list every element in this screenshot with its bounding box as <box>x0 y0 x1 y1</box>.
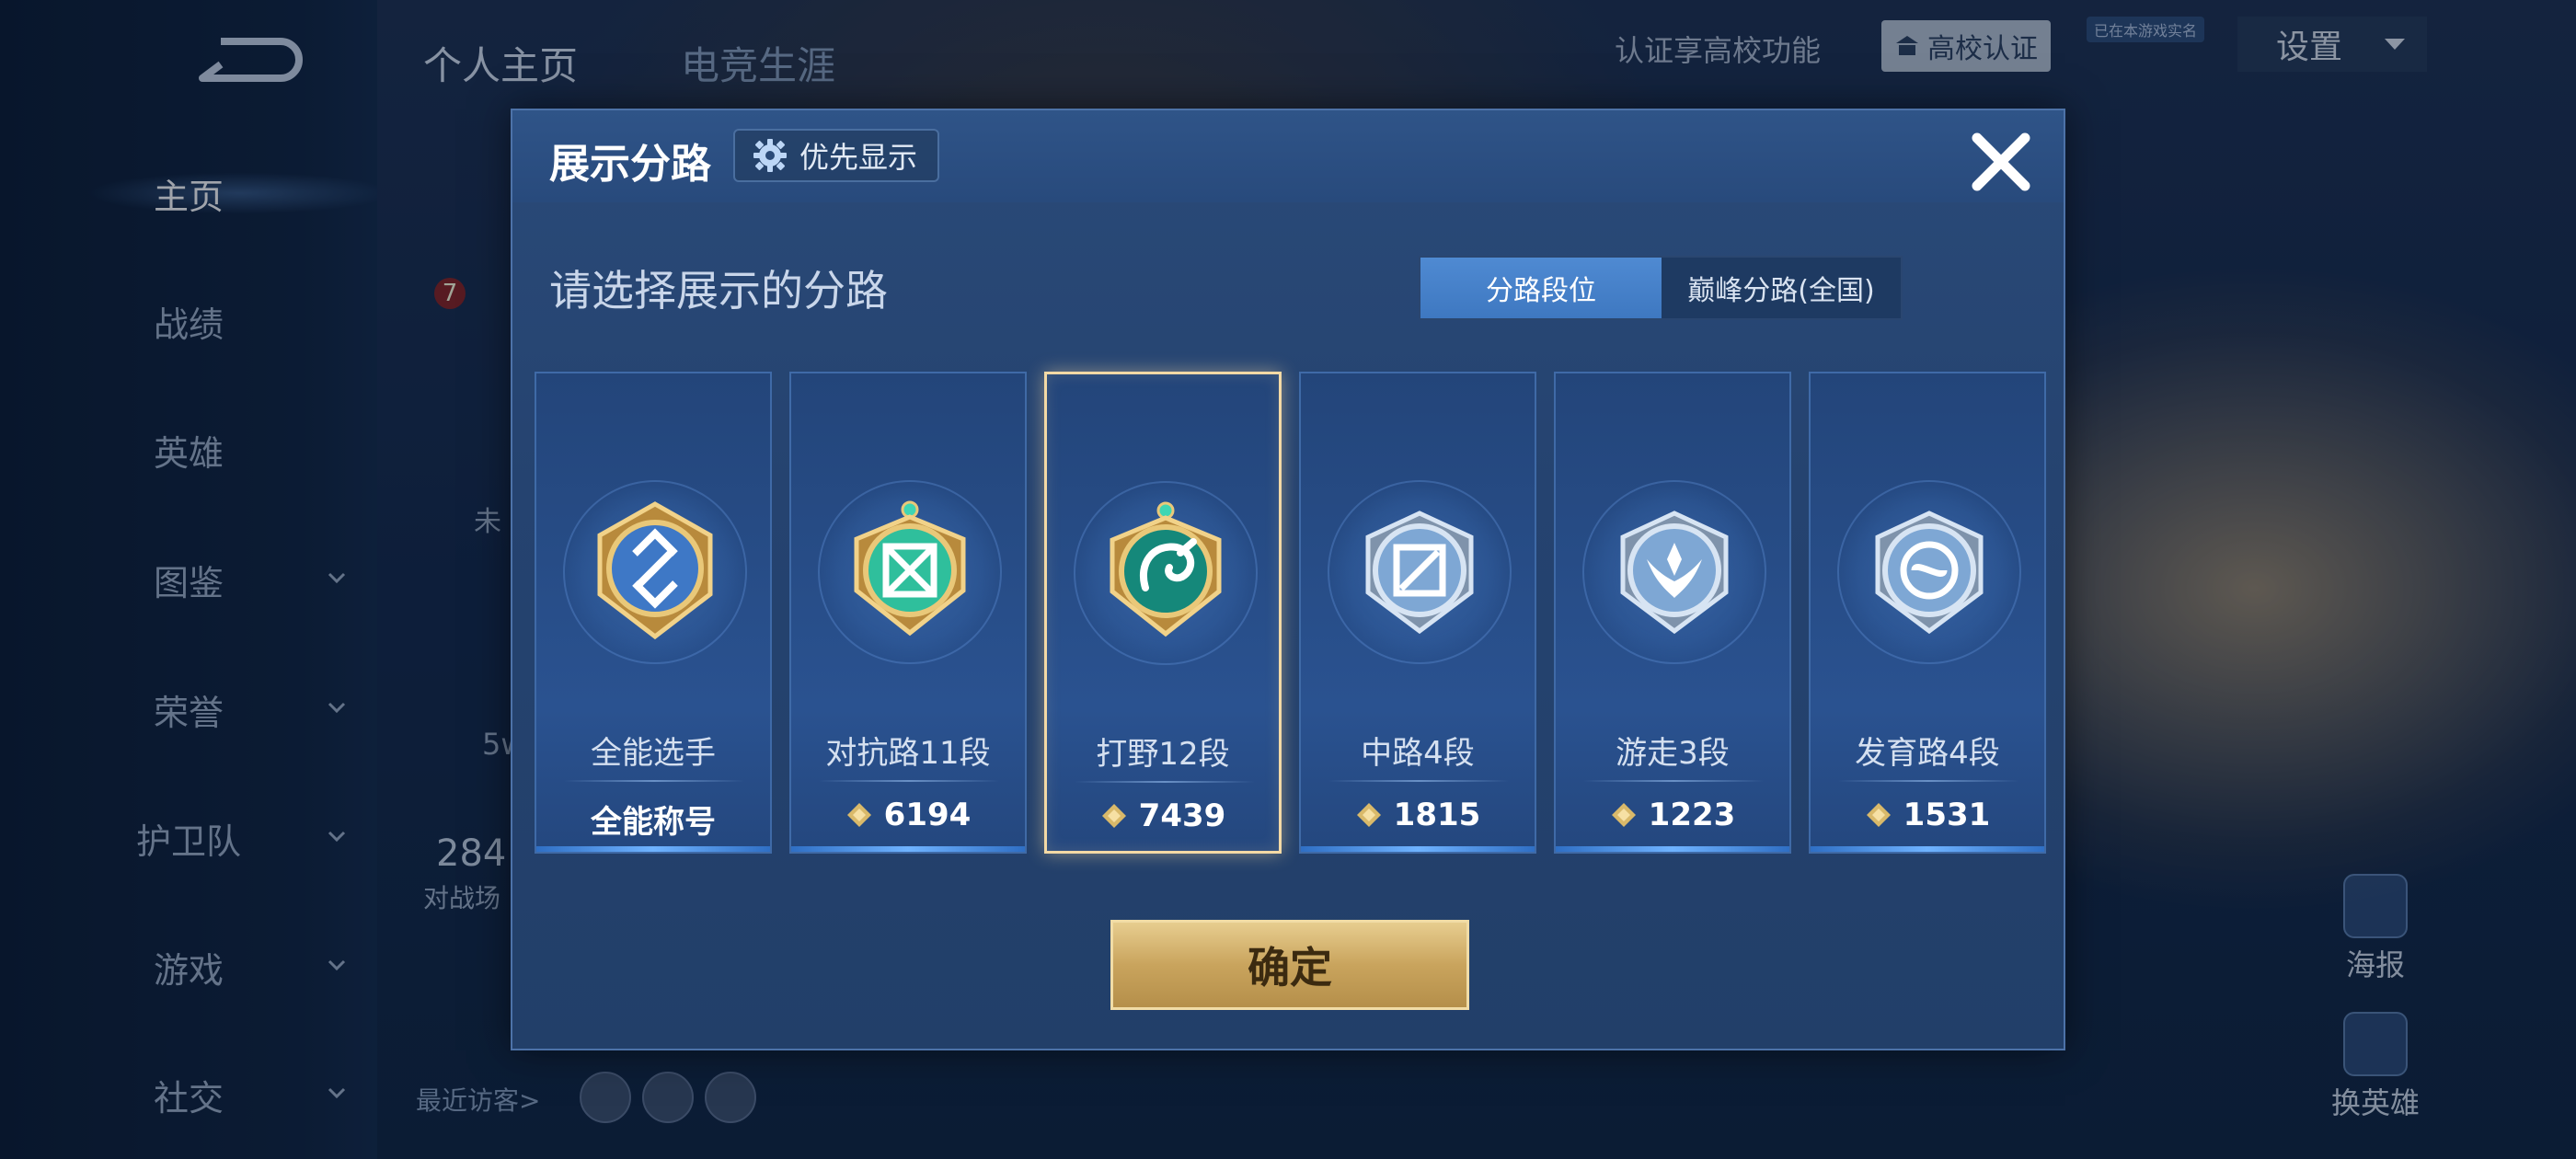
lane-score-value: 6194 <box>883 797 972 833</box>
lane-score-value: 7439 <box>1138 798 1226 834</box>
card-accent-bar <box>1811 846 2044 852</box>
lane-name: 中路4段 <box>1361 735 1475 772</box>
clash-lane-badge-icon <box>854 500 966 637</box>
lane-name: 对抗路11段 <box>825 735 991 772</box>
rank-point-icon <box>1101 804 1126 828</box>
jungle-badge-icon <box>1110 501 1222 637</box>
divider <box>1583 780 1764 782</box>
rank-point-icon <box>1356 803 1381 827</box>
lane-card-clash-lane[interactable]: 对抗路11段 6194 <box>789 372 1027 854</box>
lane-display-dialog: 展示分路 优先显示 请选择展示的分路 分路段位 巅峰分路(全国) 全能选手 全能… <box>511 109 2065 1050</box>
farm-lane-badge-icon <box>1875 511 1984 635</box>
lane-card-all-round[interactable]: 全能选手 全能称号 <box>535 372 772 854</box>
rank-point-icon <box>1866 803 1891 827</box>
all-round-badge-icon <box>597 501 713 640</box>
lane-score: 1815 <box>1301 797 1535 833</box>
lane-name: 游走3段 <box>1616 735 1730 772</box>
lane-score-value: 1815 <box>1393 797 1481 833</box>
lane-score: 1531 <box>1811 797 2044 833</box>
lane-score-value: 1531 <box>1903 797 1991 833</box>
divider <box>1328 780 1509 782</box>
lane-card-roam[interactable]: 游走3段 1223 <box>1554 372 1791 854</box>
divider <box>1075 781 1255 783</box>
tab-peak-lane[interactable]: 巅峰分路(全国) <box>1662 258 1901 318</box>
lane-card-jungle[interactable]: 打野12段 7439 <box>1044 372 1282 854</box>
lane-name: 发育路4段 <box>1855 735 2000 772</box>
lane-score-value: 1223 <box>1648 797 1736 833</box>
rank-point-icon <box>846 803 871 827</box>
priority-display-button[interactable]: 优先显示 <box>733 129 940 182</box>
card-accent-bar <box>1556 846 1789 852</box>
rank-point-icon <box>1611 803 1636 827</box>
tab-lane-rank[interactable]: 分路段位 <box>1420 258 1662 318</box>
lane-score: 全能称号 <box>536 797 770 842</box>
lane-card-mid-lane[interactable]: 中路4段 1815 <box>1299 372 1536 854</box>
lane-score: 6194 <box>791 797 1025 833</box>
close-icon[interactable] <box>1966 127 2036 197</box>
rank-type-toggle: 分路段位 巅峰分路(全国) <box>1419 256 1903 320</box>
lane-score: 1223 <box>1556 797 1789 833</box>
divider <box>1838 780 2018 782</box>
card-accent-bar <box>536 846 770 852</box>
gear-icon <box>753 139 787 172</box>
card-accent-bar <box>1301 846 1535 852</box>
card-accent-bar <box>791 846 1025 852</box>
dialog-subtitle: 请选择展示的分路 <box>549 266 888 316</box>
priority-display-label: 优先显示 <box>799 140 918 175</box>
lane-score-value: 全能称号 <box>591 804 716 841</box>
divider <box>564 780 744 782</box>
lane-card-farm-lane[interactable]: 发育路4段 1531 <box>1809 372 2046 854</box>
lane-name: 打野12段 <box>1096 736 1230 773</box>
divider <box>819 780 999 782</box>
dialog-title: 展示分路 <box>549 141 711 188</box>
roam-badge-icon <box>1620 511 1729 635</box>
lane-score: 7439 <box>1047 798 1279 834</box>
lane-name: 全能选手 <box>591 735 716 772</box>
mid-lane-badge-icon <box>1365 511 1474 635</box>
confirm-button[interactable]: 确定 <box>1110 920 1469 1010</box>
